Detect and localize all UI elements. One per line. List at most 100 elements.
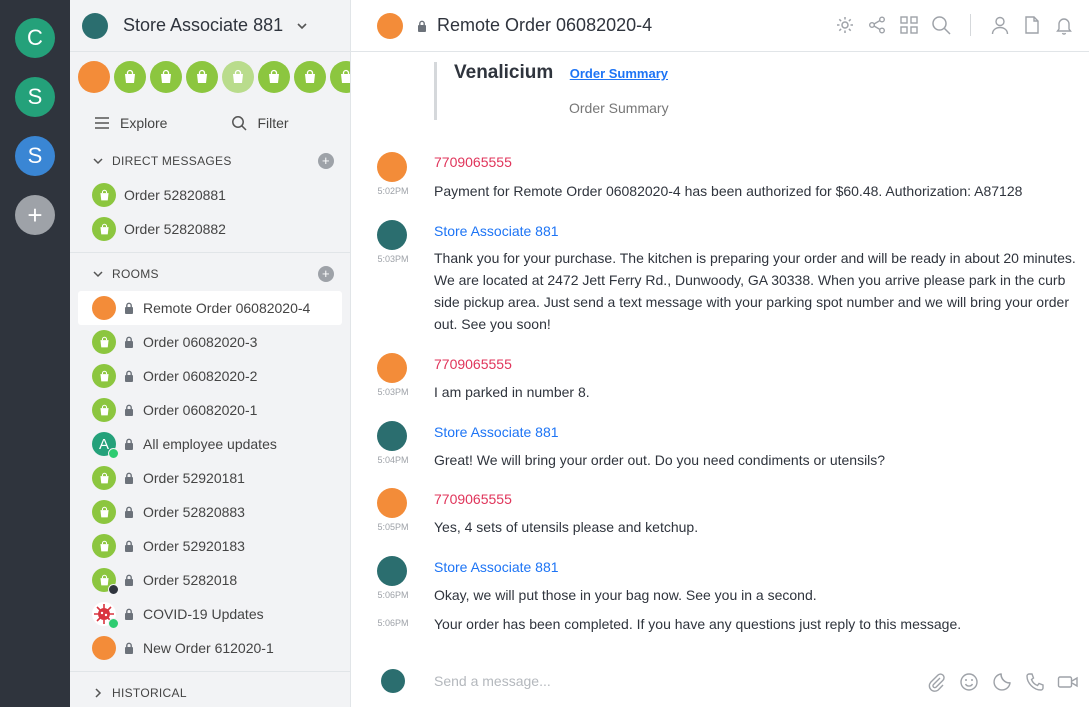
add-room-button[interactable]: + [318,266,334,282]
message-line: Payment for Remote Order 06082020-4 has … [434,183,1023,199]
sidebar-item-remote-order[interactable]: Remote Order 06082020-4 [78,291,342,325]
shopping-bag-icon [92,466,116,490]
shopping-bag-icon [92,364,116,388]
rooms-header[interactable]: ROOMS + [70,257,350,291]
video-icon[interactable] [1057,671,1079,693]
add-direct-message-button[interactable]: + [318,153,334,169]
story-avatars-row [70,52,350,102]
message-time: 5:06PM [377,618,409,628]
message-author[interactable]: Store Associate 881 [434,223,559,239]
explore-button[interactable]: Explore [94,115,167,131]
shopping-bag-icon[interactable] [186,61,218,93]
shopping-bag-icon[interactable] [150,61,182,93]
shopping-bag-icon [92,534,116,558]
shopping-bag-icon[interactable] [330,61,350,93]
message-body: Payment for Remote Order 06082020-4 has … [434,180,1086,202]
avatar[interactable] [377,353,407,383]
message-author[interactable]: 7709065555 [434,491,512,507]
message-continuation: 5:06PM Your order has been completed. If… [375,612,1089,638]
message: 5:04PM Store Associate 881 Great! We wil… [375,421,1089,481]
divider [70,252,350,253]
sidebar-item-label: New Order 612020-1 [143,640,274,656]
chat-main: Remote Order 06082020-4 Venalicium Order… [351,0,1089,707]
sticker-icon[interactable] [991,671,1013,693]
sidebar-title: Store Associate 881 [123,15,284,35]
check-icon [108,448,119,459]
grid-icon[interactable] [898,14,920,36]
file-icon[interactable] [1021,14,1043,36]
message-time: 5:05PM [377,522,409,532]
message-author[interactable]: 7709065555 [434,356,512,372]
room-header: Remote Order 06082020-4 [351,0,1089,52]
lock-icon [125,506,133,518]
avatar: A [92,432,119,459]
paperclip-icon[interactable] [925,671,947,693]
shopping-bag-icon [92,183,116,207]
virus-icon [92,602,119,629]
sidebar-item-room[interactable]: Order 06082020-2 [70,359,350,393]
sidebar-item-dm[interactable]: Order 52820881 [70,178,350,212]
sidebar-item-covid[interactable]: COVID-19 Updates [70,597,350,631]
server-s[interactable]: S [15,77,55,117]
sidebar-item-room[interactable]: Order 52820883 [70,495,350,529]
message-author[interactable]: 7709065555 [434,154,512,170]
sidebar-item-dm[interactable]: Order 52820882 [70,212,350,246]
chevron-down-icon [93,158,103,165]
phone-icon[interactable] [1024,671,1046,693]
message-line: I am parked in number 8. [434,384,590,400]
message-line: out. See you soon! [434,316,551,332]
sidebar-item-all-employee[interactable]: A All employee updates [70,427,350,461]
message-author[interactable]: Store Associate 881 [434,424,559,440]
lock-icon [125,438,133,450]
sidebar-item-label: Order 52920181 [143,470,245,486]
sidebar-item-label: Order 52820882 [124,221,226,237]
sidebar-item-room[interactable]: Order 52920181 [70,461,350,495]
filter-button[interactable]: Filter [231,115,289,131]
user-icon[interactable] [989,14,1011,36]
rooms-heading: ROOMS [112,267,159,281]
avatar[interactable] [377,556,407,586]
user-avatar[interactable] [82,12,108,39]
shopping-bag-icon[interactable] [222,61,254,93]
avatar[interactable] [377,152,407,182]
room-avatar[interactable] [377,12,403,39]
shopping-bag-icon [92,217,116,241]
chevron-down-icon[interactable] [295,19,309,33]
gear-icon[interactable] [834,14,856,36]
message-time: 5:04PM [377,455,409,465]
order-summary-link[interactable]: Order Summary [570,66,668,81]
shopping-bag-icon[interactable] [114,61,146,93]
server-c[interactable]: C [15,18,55,58]
message-line: Okay, we will put those in your bag now.… [434,587,817,603]
lock-icon [418,20,426,32]
bell-icon[interactable] [1053,14,1075,36]
direct-messages-header[interactable]: DIRECT MESSAGES + [70,144,350,178]
sidebar-item-room[interactable]: Order 5282018 [70,563,350,597]
add-server-button[interactable]: + [15,195,55,235]
shopping-bag-icon[interactable] [258,61,290,93]
sidebar-header[interactable]: Store Associate 881 [70,0,350,52]
quote-brand: Venalicium [454,62,554,83]
sidebar-item-label: Remote Order 06082020-4 [143,300,311,316]
sidebar-item-room[interactable]: Order 52920183 [70,529,350,563]
historical-header[interactable]: HISTORICAL [70,676,350,707]
avatar[interactable] [377,488,407,518]
message-input[interactable]: Send a message... [434,673,551,689]
chevron-right-icon [95,688,102,698]
story-avatar[interactable] [78,61,110,93]
server-s-blue[interactable]: S [15,136,55,176]
sidebar-item-room[interactable]: Order 06082020-1 [70,393,350,427]
share-icon[interactable] [866,14,888,36]
sidebar-item-label: Order 5282018 [143,572,238,588]
message-author[interactable]: Store Associate 881 [434,559,559,575]
lock-icon [125,642,133,654]
search-icon[interactable] [930,14,952,36]
sidebar-item-room[interactable]: Order 06082020-3 [70,325,350,359]
shopping-bag-icon[interactable] [294,61,326,93]
avatar[interactable] [377,220,407,250]
sidebar-item-room[interactable]: New Order 612020-1 [70,631,350,665]
message-body: I am parked in number 8. [434,381,1086,403]
sidebar: Store Associate 881 Explore Filter DIREC… [70,0,351,707]
avatar[interactable] [377,421,407,451]
emoji-icon[interactable] [958,671,980,693]
